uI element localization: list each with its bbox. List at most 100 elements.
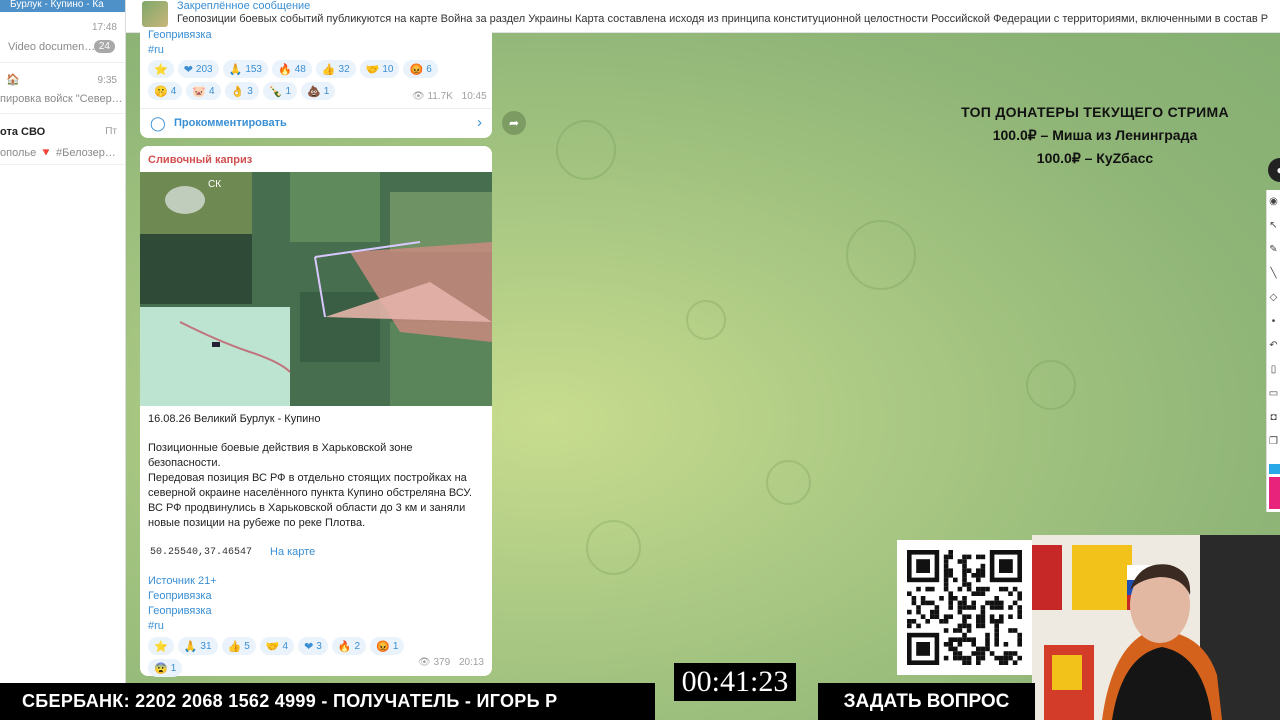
pen-icon[interactable]: ✎ bbox=[1267, 238, 1280, 262]
chat-list-item[interactable]: 🏠 9:35 пировка войск "Север… bbox=[0, 63, 125, 114]
reaction-icon: 💩 bbox=[307, 85, 321, 98]
doodle-decoration bbox=[1026, 360, 1076, 410]
reaction-count: 4 bbox=[170, 85, 177, 97]
comment-label: Прокомментировать bbox=[174, 117, 287, 129]
reaction-count: 203 bbox=[195, 63, 213, 75]
doodle-decoration bbox=[686, 300, 726, 340]
chat-preview: ополье 🔻 #Белозер… bbox=[0, 147, 116, 159]
webcam-feed bbox=[1032, 535, 1280, 720]
reaction-pill[interactable]: 🤝 10 bbox=[359, 60, 400, 78]
chat-time: Пт bbox=[105, 126, 117, 137]
map-image[interactable]: СК bbox=[140, 172, 492, 406]
eye-icon[interactable]: ◉ bbox=[1267, 190, 1280, 214]
reaction-pill[interactable]: ⭐ bbox=[148, 60, 174, 78]
hashtag-link[interactable]: #ru bbox=[148, 43, 212, 58]
reaction-pill[interactable]: 🙏 31 bbox=[177, 637, 218, 655]
post-author[interactable]: Сливочный каприз bbox=[148, 154, 252, 166]
qr-code-pattern bbox=[907, 550, 1022, 665]
coordinates[interactable]: 50.25540,37.46547 bbox=[150, 545, 252, 560]
chat-preview: Video documen… bbox=[8, 41, 96, 53]
comment-icon: ◯ bbox=[150, 115, 166, 131]
reaction-pill[interactable]: 👌 3 bbox=[224, 82, 259, 100]
hashtag-link[interactable]: Геопривязка bbox=[148, 604, 217, 619]
camera-icon[interactable]: ◘ bbox=[1267, 406, 1280, 430]
reaction-pill[interactable]: ❤ 3 bbox=[298, 637, 328, 655]
reaction-pill[interactable]: 🔥 48 bbox=[272, 60, 312, 78]
chat-time: 17:48 bbox=[91, 22, 117, 33]
reaction-pill[interactable]: 👍 5 bbox=[221, 637, 256, 655]
reaction-pill[interactable]: 🍾 1 bbox=[262, 82, 298, 100]
reaction-icon: ❤ bbox=[304, 640, 314, 653]
copy-icon[interactable]: ❐ bbox=[1267, 430, 1280, 454]
view-count: 379 bbox=[433, 657, 451, 668]
reactions-bar: ⭐ 🙏 31 👍 5 🤝 4 ❤ 3 🔥 2 😡 1 😨 1 bbox=[140, 637, 440, 677]
reaction-icon: ❤ bbox=[183, 63, 193, 76]
channel-post: Сливочный каприз СК 16.08.26 Великий Бур… bbox=[140, 146, 492, 677]
reaction-count: 1 bbox=[323, 85, 330, 97]
reaction-pill[interactable]: 😡 6 bbox=[403, 60, 438, 78]
webcam-image bbox=[1032, 535, 1280, 720]
chevron-right-icon: › bbox=[477, 114, 482, 131]
reaction-pill[interactable]: 🙏 153 bbox=[222, 60, 268, 78]
reaction-icon: 👍 bbox=[227, 640, 242, 653]
circle-icon: ● bbox=[1276, 163, 1280, 177]
color-swatch-pink[interactable] bbox=[1269, 477, 1280, 509]
reaction-pill[interactable]: ⭐ bbox=[148, 637, 174, 655]
hashtag-link[interactable]: Геопривязка bbox=[148, 28, 212, 43]
map-link[interactable]: На карте bbox=[270, 545, 315, 560]
dot-icon[interactable]: • bbox=[1267, 310, 1280, 334]
pinned-text: Геопозиции боевых событий публикуются на… bbox=[177, 13, 1269, 25]
donation-banner: СБЕРБАНК: 2202 2068 1562 4999 - ПОЛУЧАТЕ… bbox=[0, 683, 655, 720]
hashtag-link[interactable]: Геопривязка bbox=[148, 589, 217, 604]
share-button[interactable]: ➦ bbox=[502, 111, 526, 135]
post-tags: Источник 21+ Геопривязка Геопривязка #ru bbox=[148, 574, 217, 634]
view-count: 11.7K bbox=[427, 91, 453, 102]
post-tags: Геопривязка #ru bbox=[148, 28, 212, 58]
cursor-icon[interactable]: ↖ bbox=[1267, 214, 1280, 238]
trash-icon[interactable]: ▯ bbox=[1267, 358, 1280, 382]
reaction-count: 6 bbox=[426, 63, 432, 75]
chat-name: ота СВО bbox=[0, 126, 46, 138]
reaction-count: 3 bbox=[247, 85, 253, 97]
reaction-icon: 🙏 bbox=[228, 63, 243, 76]
doodle-decoration bbox=[766, 460, 811, 505]
source-link[interactable]: Источник 21+ bbox=[148, 574, 217, 589]
reaction-pill[interactable]: 🤫 4 bbox=[148, 82, 183, 100]
pinned-title: Закреплённое сообщение bbox=[177, 0, 311, 12]
hashtag-link[interactable]: #ru bbox=[148, 619, 217, 634]
reaction-pill[interactable]: 😨 1 bbox=[148, 659, 183, 677]
undo-icon[interactable]: ↶ bbox=[1267, 334, 1280, 358]
reaction-pill[interactable]: 🤝 4 bbox=[259, 637, 295, 655]
reaction-icon: 🤝 bbox=[265, 640, 280, 653]
chat-list-item[interactable]: 17:48 Video documen… 24 bbox=[0, 12, 125, 63]
reaction-pill[interactable]: 🐷 4 bbox=[186, 82, 221, 100]
eraser-icon[interactable]: ◇ bbox=[1267, 286, 1280, 310]
reaction-pill[interactable]: ❤ 203 bbox=[177, 60, 219, 78]
reaction-count: 1 bbox=[392, 640, 399, 652]
color-swatch-blue[interactable] bbox=[1269, 464, 1280, 474]
reaction-count: 1 bbox=[285, 85, 292, 97]
reaction-pill[interactable]: 😡 1 bbox=[370, 637, 405, 655]
reaction-count: 1 bbox=[170, 662, 177, 674]
reaction-icon: 🐷 bbox=[192, 85, 206, 98]
reaction-icon: 😡 bbox=[409, 63, 424, 76]
reaction-icon: 🙏 bbox=[183, 640, 198, 653]
reaction-count: 48 bbox=[294, 63, 306, 75]
post-time: 10:45 bbox=[461, 91, 487, 102]
chat-name: 🏠 bbox=[6, 74, 20, 86]
line-icon[interactable]: ╲ bbox=[1267, 262, 1280, 286]
post-meta: 👁 379 20:13 bbox=[418, 657, 484, 668]
comment-button[interactable]: ◯ Прокомментировать › bbox=[140, 108, 492, 138]
ask-question-banner: ЗАДАТЬ ВОПРОС bbox=[818, 683, 1035, 720]
chat-list-item[interactable]: ота СВО Пт ополье 🔻 #Белозер… bbox=[0, 114, 125, 165]
post-time: 20:13 bbox=[458, 657, 484, 668]
screen-icon[interactable]: ▭ bbox=[1267, 382, 1280, 406]
reaction-count: 3 bbox=[316, 640, 322, 652]
reaction-pill[interactable]: 🔥 2 bbox=[331, 637, 367, 655]
chat-list-top: Бурлук - Купино - Ка bbox=[0, 0, 125, 12]
reaction-pill[interactable]: 👍 32 bbox=[315, 60, 356, 78]
reaction-icon: 🤝 bbox=[365, 63, 380, 76]
reaction-pill[interactable]: 💩 1 bbox=[301, 82, 336, 100]
map-illustration bbox=[140, 172, 492, 406]
eye-icon: 👁 bbox=[412, 91, 425, 102]
